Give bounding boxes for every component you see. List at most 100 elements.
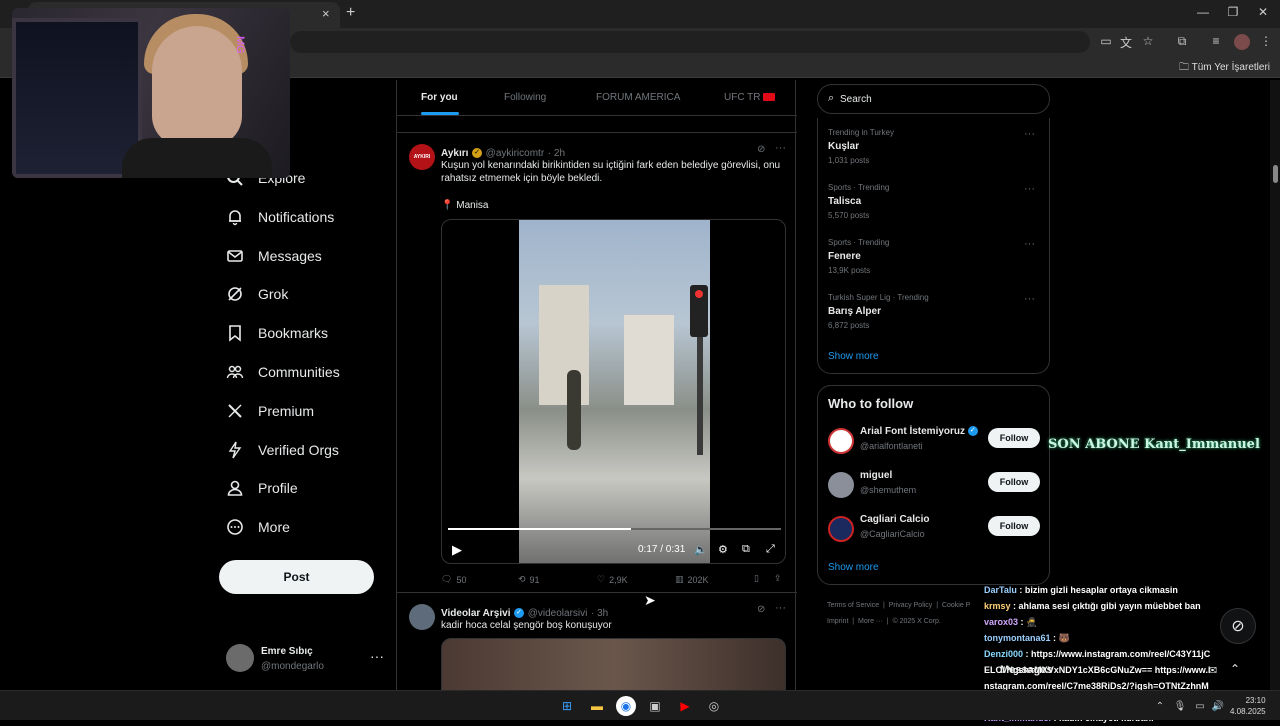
trend-item[interactable]: Sports · Trending Talisca 5,570 posts ··… [828, 183, 1043, 220]
network-icon[interactable]: ▭ [1190, 696, 1210, 716]
translate-icon[interactable]: 文 [1118, 34, 1134, 50]
tab-close-icon[interactable]: × [322, 6, 330, 21]
repost-button[interactable]: ⟲ 91 [518, 574, 540, 585]
follow-suggestion[interactable]: Arial Font İstemiyoruz ✓ @arialfontlanet… [828, 426, 1042, 460]
fullscreen-icon[interactable]: ⤢ [766, 543, 775, 556]
nav-messages[interactable]: Messages [226, 241, 322, 271]
all-bookmarks-link[interactable]: 🗀 Tüm Yer İşaretleri [1179, 60, 1270, 77]
tweet-author-handle[interactable]: @videolarsivi [528, 608, 588, 619]
share-icon[interactable]: ⇪ [774, 573, 782, 584]
settings-gear-icon[interactable]: ⚙ [718, 543, 728, 556]
file-explorer-icon[interactable]: ▬ [587, 696, 607, 716]
tab-forum-america[interactable]: FORUM AMERICA [596, 92, 680, 103]
follow-button[interactable]: Follow [988, 428, 1040, 448]
tray-chevron-icon[interactable]: ⌃ [1150, 696, 1170, 716]
footer-link[interactable]: Cookie P [942, 602, 970, 609]
trend-more-icon[interactable]: ··· [1024, 183, 1035, 195]
footer-link[interactable]: Imprint [827, 618, 848, 625]
terminal-icon[interactable]: ▣ [645, 696, 665, 716]
cast-icon[interactable]: ▭ [1098, 34, 1114, 50]
video-frame[interactable] [519, 220, 710, 563]
nav-notifications[interactable]: Notifications [226, 202, 334, 232]
youtube-icon[interactable]: ▶ [675, 696, 695, 716]
speaker-icon[interactable]: 🔊 [1208, 696, 1228, 716]
nav-verified-orgs[interactable]: Verified Orgs [226, 435, 339, 465]
avatar[interactable]: AYKIRI [409, 144, 435, 170]
system-clock[interactable]: 23:10 4.08.2025 [1230, 695, 1266, 717]
new-tab-icon[interactable]: + [346, 4, 355, 22]
play-icon[interactable]: ▶ [452, 542, 462, 558]
tweet-video[interactable]: ▶ 0:17 / 0:31 🔈 ⚙ ⧉ ⤢ [441, 219, 786, 564]
search-input[interactable]: ⌕ Search [817, 84, 1050, 114]
trend-item[interactable]: Trending in Turkey Kuşlar 1,031 posts ··… [828, 128, 1043, 165]
trend-context: Sports · Trending [828, 183, 890, 192]
video-progress-bar[interactable] [448, 528, 781, 530]
tweet-more-icon[interactable]: ··· [775, 142, 786, 154]
nav-communities[interactable]: Communities [226, 357, 340, 387]
messages-drawer[interactable]: Messages ✉ ⌃ [990, 660, 1240, 690]
nav-more[interactable]: More [226, 512, 290, 542]
grok-floating-button[interactable]: ⊘ [1220, 608, 1256, 644]
expand-up-icon[interactable]: ⌃ [1230, 662, 1240, 676]
bookmark-icon[interactable]: ▯ [754, 573, 759, 584]
footer-link[interactable]: Privacy Policy [889, 602, 933, 609]
minimize-icon[interactable]: — [1188, 5, 1218, 19]
like-button[interactable]: ♡ 2,9K [597, 574, 628, 585]
tweet-author-name[interactable]: Videolar Arşivi [441, 608, 510, 619]
account-more-icon[interactable]: ··· [370, 648, 384, 664]
tweet-time[interactable]: · 3h [591, 608, 608, 619]
tab-for-you[interactable]: For you [421, 92, 458, 103]
post-button[interactable]: Post [219, 560, 374, 594]
microphone-icon[interactable]: 🎙 [1170, 696, 1190, 716]
star-icon[interactable]: ☆ [1140, 34, 1156, 50]
pip-icon[interactable]: ⧉ [742, 543, 750, 556]
follow-suggestion[interactable]: Cagliari Calcio @CagliariCalcio Follow [828, 514, 1042, 548]
omnibox[interactable] [290, 31, 1090, 53]
windows-start-icon[interactable]: ⊞ [557, 696, 577, 716]
tab-following[interactable]: Following [504, 92, 546, 103]
grok-tweet-icon[interactable]: ⊘ [757, 604, 765, 615]
footer-link[interactable]: More ··· [858, 618, 883, 625]
nav-bookmarks[interactable]: Bookmarks [226, 318, 328, 348]
nav-profile[interactable]: Profile [226, 473, 298, 503]
follow-button[interactable]: Follow [988, 516, 1040, 536]
trend-more-icon[interactable]: ··· [1024, 238, 1035, 250]
new-message-icon[interactable]: ✉ [1208, 664, 1217, 677]
tweet-author-name[interactable]: Aykırı [441, 148, 468, 159]
nav-label: Verified Orgs [258, 442, 339, 458]
nav-premium[interactable]: Premium [226, 396, 314, 426]
trend-more-icon[interactable]: ··· [1024, 293, 1035, 305]
views-button[interactable]: ▥ 202K [675, 574, 709, 585]
nav-grok[interactable]: Grok [226, 279, 288, 309]
tweet-author-handle[interactable]: @aykiricomtr [486, 148, 545, 159]
tweet-time[interactable]: · 2h [548, 148, 565, 159]
page-scrollbar[interactable] [1270, 80, 1280, 690]
volume-icon[interactable]: 🔈 [694, 543, 708, 556]
trend-item[interactable]: Turkish Super Lig · Trending Barış Alper… [828, 293, 1043, 330]
trend-item[interactable]: Sports · Trending Fenere 13,9K posts ··· [828, 238, 1043, 275]
suggestion-name: Cagliari Calcio [860, 514, 930, 525]
reading-list-icon[interactable]: ≡ [1208, 34, 1224, 50]
close-window-icon[interactable]: ✕ [1248, 5, 1278, 19]
tweet-more-icon[interactable]: ··· [775, 602, 786, 614]
reply-button[interactable]: 🗨 50 [441, 574, 466, 585]
trends-show-more-link[interactable]: Show more [828, 351, 879, 362]
grok-tweet-icon[interactable]: ⊘ [757, 144, 765, 155]
follow-button[interactable]: Follow [988, 472, 1040, 492]
tab-ufc-tr[interactable]: UFC TR [724, 92, 776, 103]
tweet-image[interactable] [441, 638, 786, 698]
browser-menu-icon[interactable]: ⋮ [1258, 34, 1274, 50]
maximize-icon[interactable]: ❐ [1218, 5, 1248, 19]
extensions-icon[interactable]: ⧉ [1174, 34, 1190, 50]
account-switcher[interactable]: Emre Sıbıç @mondegarlo ··· [226, 644, 386, 674]
profile-avatar[interactable] [1234, 34, 1250, 50]
who-to-follow-show-more-link[interactable]: Show more [828, 562, 879, 573]
follow-suggestion[interactable]: miguel @shemuthem Follow [828, 470, 1042, 504]
chrome-icon[interactable]: ◉ [616, 696, 636, 716]
chat-text: : 🥷 [1020, 617, 1038, 627]
scrollbar-thumb[interactable] [1273, 165, 1278, 183]
obs-icon[interactable]: ◎ [704, 696, 724, 716]
trend-more-icon[interactable]: ··· [1024, 128, 1035, 140]
avatar[interactable] [409, 604, 435, 630]
footer-link[interactable]: Terms of Service [827, 602, 879, 609]
